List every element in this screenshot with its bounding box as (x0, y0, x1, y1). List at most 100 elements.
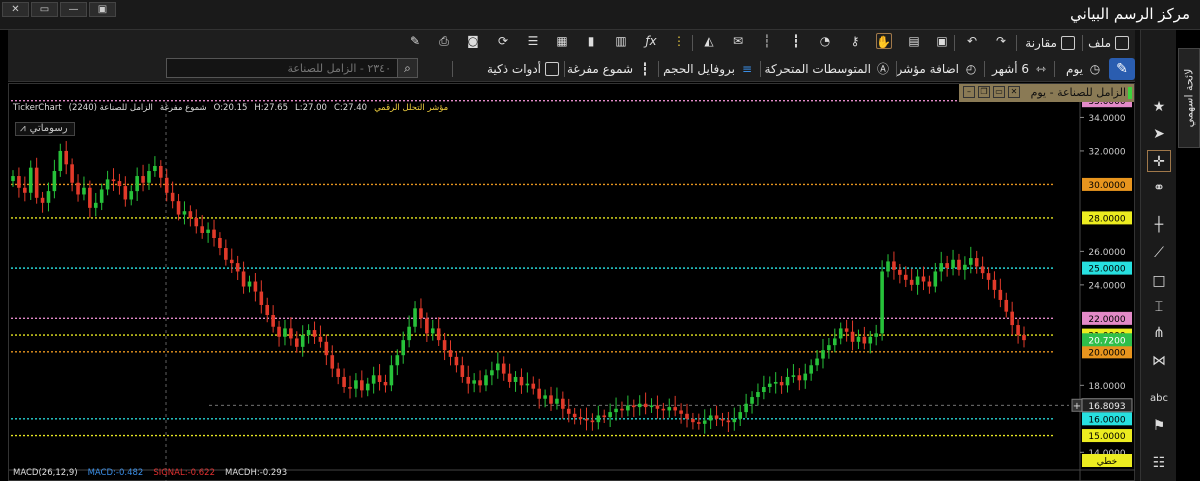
compare-menu[interactable]: مقارنة (1025, 33, 1075, 53)
brush-icon[interactable]: ✎ (407, 33, 423, 49)
candle-body (419, 308, 423, 319)
candle-body (105, 179, 110, 190)
hollow-candles-button[interactable]: ┇ شموع مفرغة (567, 59, 653, 79)
candle-body (957, 259, 961, 270)
open-value: O:20.15 (213, 103, 248, 113)
y-axis-tick-label: 18.0000 (1088, 382, 1125, 392)
cursor-icon[interactable]: ➤ (1147, 123, 1171, 145)
candle-body (200, 226, 204, 233)
star-icon[interactable]: ★ (1147, 96, 1171, 118)
detach-button[interactable]: ▣ (89, 2, 116, 17)
indicators-list-icon[interactable]: ⋮ (671, 33, 687, 49)
column-chart-icon[interactable]: ▮ (583, 33, 599, 49)
candle-body (229, 259, 234, 264)
tab-maximize-icon[interactable]: ▭ (993, 86, 1005, 98)
flag-icon[interactable]: ⚑ (1147, 415, 1171, 437)
y-axis-tick-label: 24.0000 (1088, 281, 1125, 291)
candle-body (371, 375, 376, 384)
file-menu[interactable]: ملف (1088, 33, 1129, 53)
volume-profile-icon: ≡ (741, 62, 753, 76)
rectangle-icon[interactable]: □ (1147, 270, 1171, 292)
candle-body (188, 211, 193, 218)
search-icon[interactable]: ⌕ (397, 59, 417, 77)
range-icon: ⇿ (1035, 62, 1047, 76)
key-icon[interactable]: ⚷ (847, 33, 863, 49)
candle-body (58, 150, 63, 172)
print-icon[interactable]: ⎙ (436, 33, 452, 49)
candle-body (921, 276, 926, 282)
candle-body (951, 259, 955, 269)
my-drawings-button[interactable]: ⩘ رسوماتي (15, 122, 75, 136)
add-indicator-label: اضافة مؤشر (896, 62, 959, 76)
tab-minimize-icon[interactable]: – (963, 86, 975, 98)
maximize-button[interactable]: ▭ (31, 2, 58, 17)
trendline-icon[interactable]: ⟋ (1147, 242, 1171, 264)
measure-icon[interactable]: ⌶ (1147, 296, 1171, 318)
alert-icon[interactable]: ◔ (817, 33, 833, 49)
pencil-icon: ✎ (1116, 61, 1128, 77)
template-icon[interactable]: ▤ (906, 33, 922, 49)
undo-icon[interactable]: ↶ (964, 33, 980, 49)
candles-icon[interactable]: ┇ (788, 33, 804, 49)
candle-body (448, 350, 453, 357)
text-icon[interactable]: abc (1147, 388, 1171, 410)
moving-averages-button[interactable]: Ⓐ المتوسطات المتحركة (765, 59, 891, 79)
volume-profile-button[interactable]: ≡ بروفايل الحجم (663, 59, 755, 79)
bars-icon[interactable]: ┆ (759, 33, 775, 49)
price-chart[interactable]: 35.000030.000028.000025.000022.000021.00… (9, 84, 1136, 481)
candle-body (762, 387, 766, 393)
candle-body (64, 150, 69, 165)
table-icon[interactable]: ▦ (554, 33, 570, 49)
tab-restore-icon[interactable]: ❐ (978, 86, 990, 98)
candle-body (649, 405, 654, 408)
candle-body (436, 328, 441, 341)
minimize-button[interactable]: — (60, 2, 87, 17)
candle-body (135, 176, 139, 192)
candle-body (803, 373, 808, 381)
interval-selector[interactable]: ◷ يوم (1066, 59, 1103, 79)
zigzag-icon[interactable]: ⋈ (1147, 350, 1171, 372)
crosshair-icon[interactable]: ✛ (1147, 150, 1171, 172)
candle-body (111, 179, 116, 182)
candle-body (241, 271, 246, 287)
watchlist-tab[interactable]: لائحة اسهمي (1178, 48, 1200, 148)
candle-body (750, 397, 754, 404)
smart-tools-icon (545, 62, 559, 76)
mail-icon[interactable]: ✉ (730, 33, 746, 49)
refresh-icon[interactable]: ⟳ (495, 33, 511, 49)
moving-averages-label: المتوسطات المتحركة (764, 62, 871, 76)
candle-body (584, 418, 589, 421)
function-icon[interactable]: ƒx (643, 33, 659, 49)
close-button[interactable]: ✕ (2, 2, 29, 17)
trading-icon[interactable]: ◭ (701, 33, 717, 49)
vertical-line-icon[interactable]: ┼ (1147, 214, 1171, 236)
list-icon[interactable]: ☰ (525, 33, 541, 49)
candle-body (631, 405, 636, 408)
candle-body (732, 418, 737, 423)
settings-icon[interactable]: ☷ (1147, 452, 1171, 474)
high-value: H:27.65 (254, 103, 288, 113)
candle-body (82, 187, 86, 195)
link-icon[interactable]: ⚭ (1147, 177, 1171, 199)
candle-body (395, 355, 400, 366)
color-bars-icon[interactable]: ▥ (613, 33, 629, 49)
pattern-icon[interactable]: ⋔ (1147, 322, 1171, 344)
period-selector[interactable]: ⇿ 6 أشهر (992, 59, 1049, 79)
layout-icon[interactable]: ▣ (934, 33, 950, 49)
chart-window[interactable]: 35.000030.000028.000025.000022.000021.00… (8, 83, 1136, 481)
pencil-draw-button[interactable]: ✎ (1109, 58, 1135, 80)
macd-signal-value: SIGNAL:-0.622 (153, 468, 215, 478)
tab-close-icon[interactable]: ✕ (1008, 86, 1020, 98)
chart-tab[interactable]: الزامل للصناعة - يوم ✕ ▭ ❐ – (959, 84, 1134, 102)
symbol-search-input[interactable] (167, 59, 397, 77)
hand-icon[interactable]: ✋ (876, 33, 892, 49)
smart-tools-button[interactable]: أدوات ذكية (487, 59, 559, 79)
symbol-search[interactable]: ⌕ (166, 58, 418, 78)
candle-body (306, 330, 311, 336)
price-level-label: 15.0000 (1088, 432, 1125, 442)
add-indicator-button[interactable]: ◴ اضافة مؤشر (897, 59, 979, 79)
candle-body (99, 189, 104, 203)
redo-icon[interactable]: ↷ (993, 33, 1009, 49)
camera-icon[interactable]: ◙ (465, 33, 481, 49)
ma-icon: Ⓐ (876, 62, 889, 76)
